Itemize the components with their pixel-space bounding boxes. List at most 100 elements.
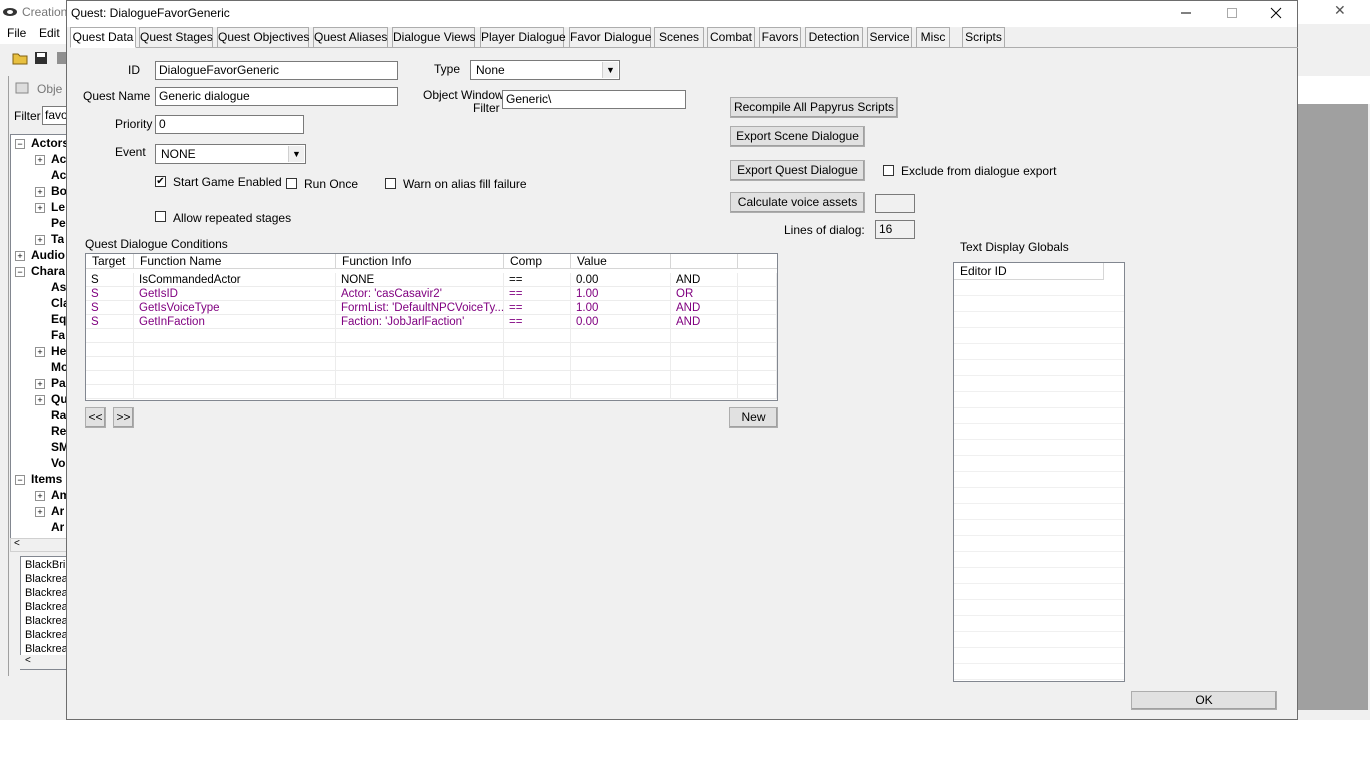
list-item[interactable] — [954, 408, 1124, 424]
tree-toggle-icon[interactable]: + — [35, 379, 45, 389]
tree-toggle-icon[interactable]: + — [35, 347, 45, 357]
tree-toggle-icon[interactable]: + — [35, 507, 45, 517]
list-item[interactable] — [954, 632, 1124, 648]
column-header-target[interactable]: Target — [86, 254, 134, 269]
run-once-checkbox[interactable] — [286, 178, 297, 189]
list-item[interactable] — [954, 456, 1124, 472]
list-item[interactable] — [954, 616, 1124, 632]
tree-item[interactable]: As — [51, 280, 66, 294]
tab-quest-stages[interactable]: Quest Stages — [139, 27, 213, 48]
list-item[interactable] — [954, 584, 1124, 600]
next-button[interactable]: >> — [113, 407, 134, 428]
calculate-voice-assets-button[interactable]: Calculate voice assets — [730, 192, 865, 213]
tree-toggle-icon[interactable]: − — [15, 267, 25, 277]
id-input[interactable]: DialogueFavorGeneric — [155, 61, 398, 80]
priority-input[interactable]: 0 — [155, 115, 304, 134]
list-item[interactable] — [954, 552, 1124, 568]
list-item[interactable]: Blackrea — [25, 587, 68, 599]
tab-quest-aliases[interactable]: Quest Aliases — [313, 27, 388, 48]
column-header-function-info[interactable]: Function Info — [336, 254, 504, 269]
previous-button[interactable]: << — [85, 407, 106, 428]
tree-item[interactable]: Actors — [31, 136, 69, 150]
chevron-down-icon[interactable]: ▼ — [288, 146, 304, 162]
list-item[interactable] — [954, 536, 1124, 552]
type-select[interactable]: None ▼ — [470, 60, 620, 80]
list-item[interactable] — [954, 664, 1124, 680]
tree-toggle-icon[interactable]: + — [15, 251, 25, 261]
list-item[interactable] — [954, 392, 1124, 408]
tree-toggle-icon[interactable]: + — [35, 491, 45, 501]
conditions-table[interactable]: Target Function Name Function Info Comp … — [85, 253, 778, 401]
list-item[interactable]: Blackrea — [25, 643, 68, 655]
export-quest-dialogue-button[interactable]: Export Quest Dialogue — [730, 160, 865, 181]
object-tree[interactable]: − Actors + Ac Ac + Bo + Le Pe + Ta + Audio − Chara As Cla… — [10, 134, 70, 540]
recompile-scripts-button[interactable]: Recompile All Papyrus Scripts — [730, 97, 898, 118]
event-select[interactable]: NONE ▼ — [155, 144, 306, 164]
list-item[interactable] — [954, 280, 1124, 296]
list-item[interactable] — [954, 648, 1124, 664]
list-item[interactable]: Blackrea — [25, 601, 68, 613]
warn-alias-checkbox[interactable] — [385, 178, 396, 189]
tree-toggle-icon[interactable]: − — [15, 475, 25, 485]
tree-toggle-icon[interactable]: + — [35, 203, 45, 213]
export-scene-dialogue-button[interactable]: Export Scene Dialogue — [730, 126, 865, 147]
tree-item[interactable]: Pa — [51, 376, 66, 390]
list-horizontal-scrollbar[interactable]: < — [20, 655, 68, 669]
tree-item[interactable]: Chara — [31, 264, 65, 278]
tab-misc[interactable]: Misc — [916, 27, 950, 48]
open-folder-icon[interactable] — [12, 51, 28, 65]
menu-edit[interactable]: Edit — [39, 26, 60, 40]
tree-item[interactable]: Ra — [51, 408, 66, 422]
table-row[interactable]: S GetIsID Actor: 'casCasavir2' == 1.00 OR — [86, 287, 777, 301]
close-button[interactable] — [1253, 1, 1299, 27]
list-item[interactable] — [954, 376, 1124, 392]
app-close-button[interactable]: ✕ — [1334, 2, 1346, 19]
tree-toggle-icon[interactable]: − — [15, 139, 25, 149]
tree-item[interactable]: Eq — [51, 312, 66, 326]
column-header-value[interactable]: Value — [571, 254, 671, 269]
tree-item[interactable]: He — [51, 344, 66, 358]
list-item[interactable]: Blackrea — [25, 615, 68, 627]
tree-item[interactable]: Pe — [51, 216, 66, 230]
maximize-button[interactable] — [1209, 1, 1255, 27]
table-row[interactable]: S IsCommandedActor NONE == 0.00 AND — [86, 273, 777, 287]
tree-item[interactable]: Vo — [51, 456, 65, 470]
ok-button[interactable]: OK — [1131, 691, 1277, 710]
table-row[interactable]: S GetIsVoiceType FormList: 'DefaultNPCVoic… — [86, 301, 777, 315]
column-header-comp[interactable]: Comp — [504, 254, 571, 269]
object-list[interactable]: BlackBri Blackrea Blackrea Blackrea Blackrea… — [20, 556, 70, 670]
list-item[interactable] — [954, 472, 1124, 488]
tree-toggle-icon[interactable]: + — [35, 155, 45, 165]
tab-favors[interactable]: Favors — [759, 27, 801, 48]
list-item[interactable] — [954, 312, 1124, 328]
list-item[interactable] — [954, 600, 1124, 616]
list-item[interactable] — [954, 360, 1124, 376]
new-condition-button[interactable]: New — [729, 407, 778, 428]
tab-scripts[interactable]: Scripts — [962, 27, 1005, 48]
column-header-function-name[interactable]: Function Name — [134, 254, 336, 269]
menu-file[interactable]: File — [7, 26, 26, 40]
filter-input[interactable]: favo — [42, 106, 69, 125]
tab-quest-objectives[interactable]: Quest Objectives — [217, 27, 309, 48]
exclude-export-checkbox[interactable] — [883, 165, 894, 176]
tree-item[interactable]: Le — [51, 200, 65, 214]
scroll-left-icon[interactable]: < — [14, 538, 20, 549]
column-header-editor-id[interactable]: Editor ID — [954, 263, 1104, 280]
tab-dialogue-views[interactable]: Dialogue Views — [392, 27, 476, 48]
object-window-filter-input[interactable]: Generic\ — [502, 90, 686, 109]
tab-favor-dialogue[interactable]: Favor Dialogue — [569, 27, 651, 48]
table-row[interactable] — [86, 329, 777, 343]
tree-item[interactable]: Items — [31, 472, 62, 486]
tree-item[interactable]: Bo — [51, 184, 67, 198]
tab-service[interactable]: Service — [867, 27, 912, 48]
list-item[interactable] — [954, 520, 1124, 536]
minimize-button[interactable] — [1163, 1, 1209, 27]
allow-repeated-stages-checkbox[interactable] — [155, 211, 166, 222]
scroll-left-icon[interactable]: < — [25, 655, 31, 666]
quest-name-input[interactable]: Generic dialogue — [155, 87, 398, 106]
column-header-operator[interactable] — [671, 254, 738, 269]
tree-item[interactable]: Audio — [31, 248, 65, 262]
table-row[interactable]: S GetInFaction Faction: 'JobJarlFaction' ==… — [86, 315, 777, 329]
table-row[interactable] — [86, 357, 777, 371]
tree-horizontal-scrollbar[interactable]: < — [10, 538, 68, 552]
